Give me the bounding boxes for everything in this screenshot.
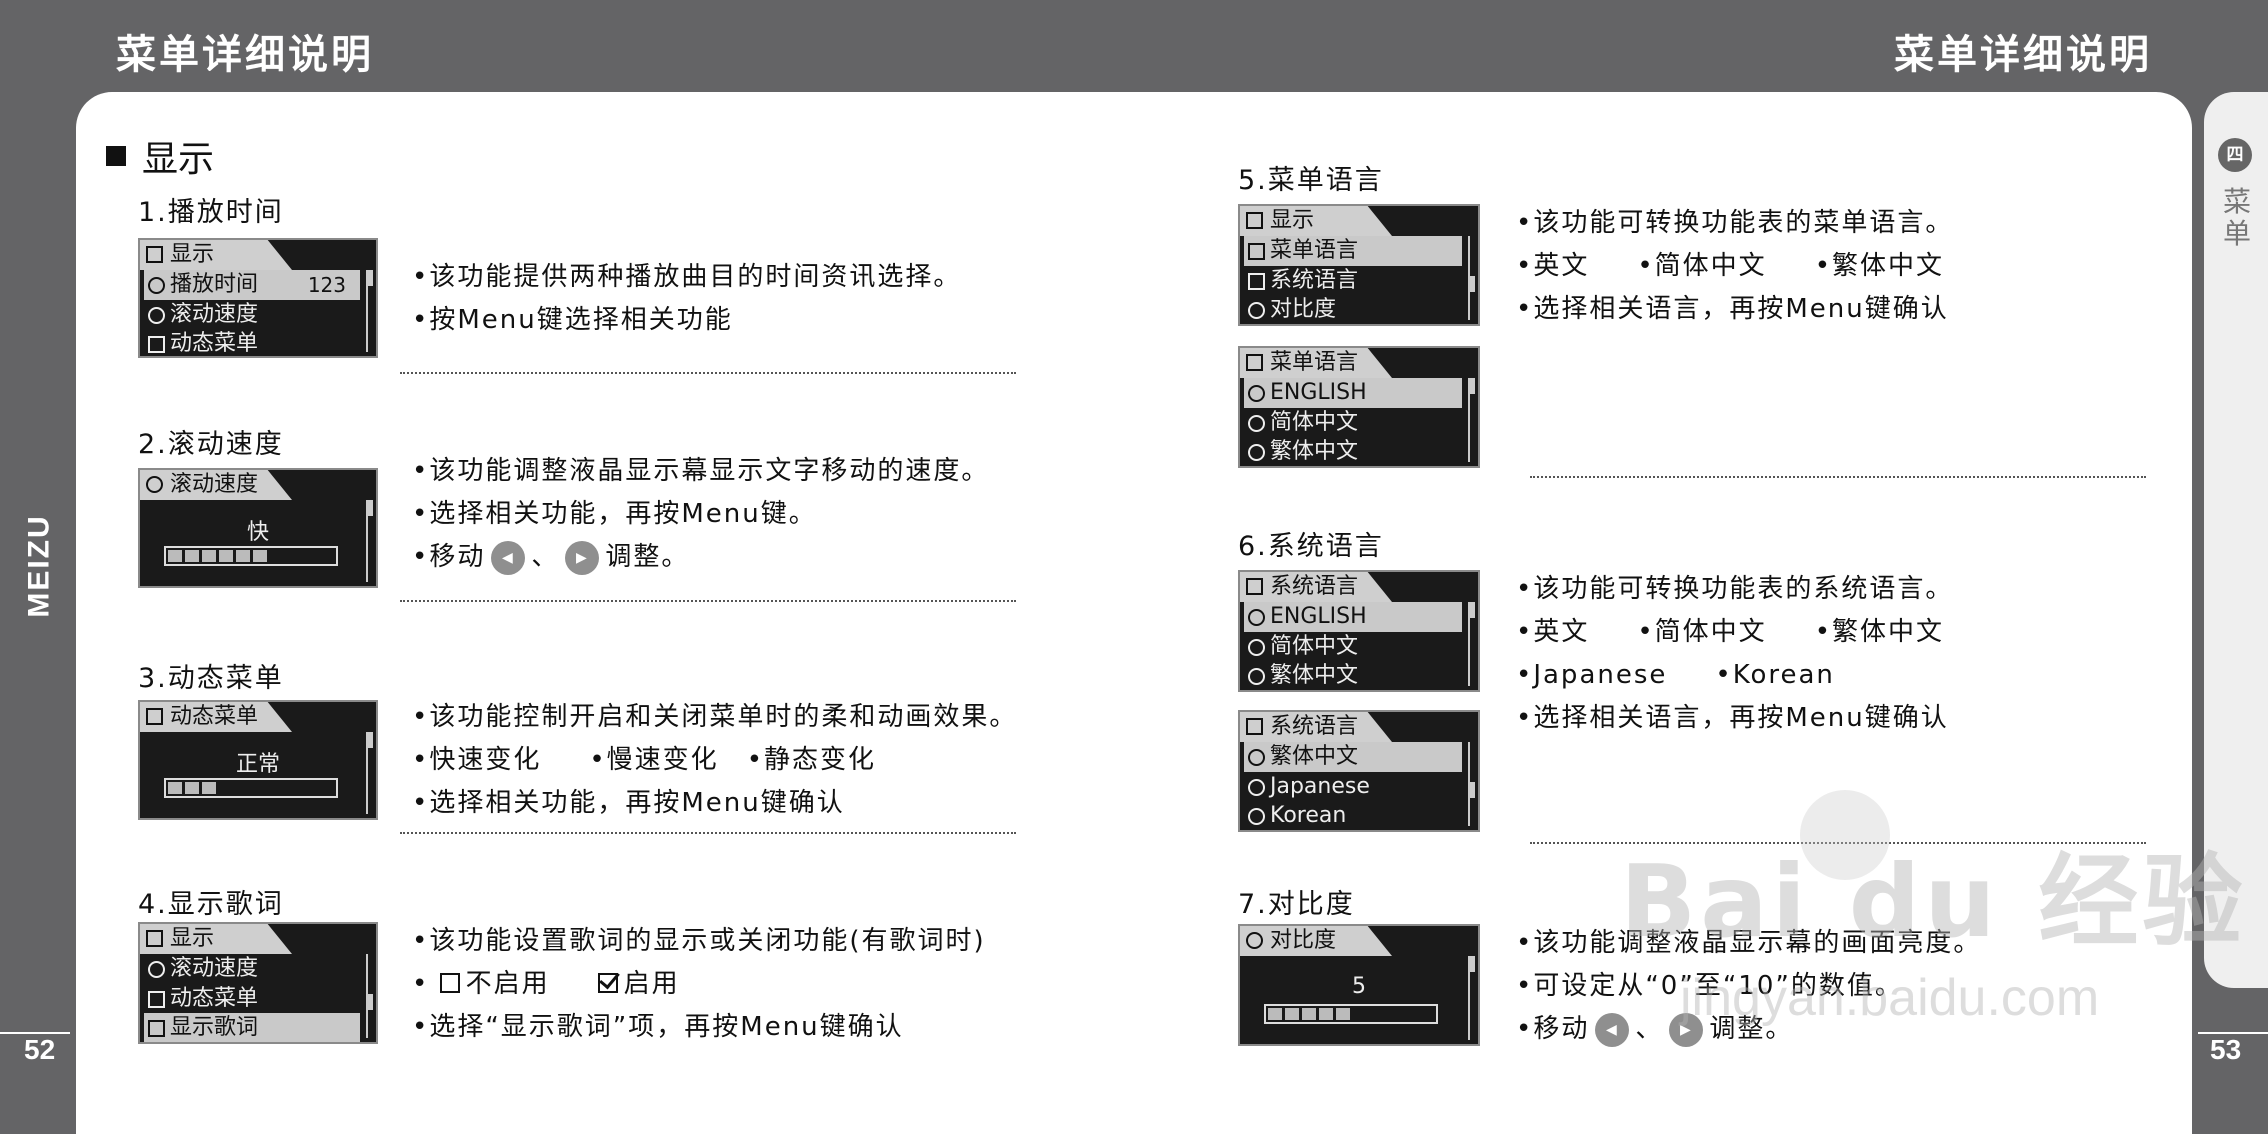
next-track-icon: ▶ [565,540,600,575]
prev-track-icon: ◀ [491,540,526,575]
scroll-speed-icon [148,961,165,978]
brand-logo: MEIZU [23,514,57,618]
scroll-speed-icon [146,476,163,493]
lcd-screen-menu-language-2: 菜单语言 ENGLISH 简体中文 繁体中文 [1238,346,1480,468]
lcd-screen-contrast: 对比度 5 [1238,924,1480,1046]
chapter-label: 菜单 [2222,185,2251,250]
contrast-icon [1248,302,1265,319]
lcd-screen-system-language-1: 系统语言 ENGLISH 简体中文 繁体中文 [1238,570,1480,692]
language-icon [1246,718,1263,735]
section-title: 显示 [106,130,214,182]
bullets-menu-language: •该功能可转换功能表的菜单语言。 •英文 •简体中文 •繁体中文 •选择相关语言，再… [1516,208,1954,324]
scroll-speed-icon [148,307,165,324]
language-icon [1248,243,1265,260]
contrast-icon [1246,932,1263,949]
item-heading-show-lyrics: 4.显示歌词 [138,889,284,920]
radio-icon [1248,779,1265,796]
radio-icon [1248,444,1265,461]
bullets-system-language: •该功能可转换功能表的系统语言。 •英文 •简体中文 •繁体中文 •Japanese… [1516,574,1954,733]
checkbox-on-icon [597,972,618,993]
lcd-screen-scroll-speed: 滚动速度 快 [138,468,378,588]
item-heading-dynamic-menu: 3.动态菜单 [138,663,284,694]
lcd-screen-system-language-2: 系统语言 繁体中文 Japanese Korean [1238,710,1480,832]
scrollbar [366,270,373,352]
menu-icon [148,336,165,353]
item-heading-system-language: 6.系统语言 [1238,531,1384,562]
item-heading-contrast: 7.对比度 [1238,889,1355,920]
language-icon [1248,273,1265,290]
bullets-play-time: •该功能提供两种播放曲目的时间资讯选择。 •按Menu键选择相关功能 [412,262,962,335]
menu-icon [148,991,165,1008]
checkbox-off-icon [439,972,460,993]
chapter-badge: 四 [2218,138,2252,172]
radio-icon [1248,609,1265,626]
display-icon [1246,212,1263,229]
bullets-show-lyrics: •该功能设置歌词的显示或关闭功能(有歌词时) • 不启用 启用 •选择“显示歌词”… [412,926,986,1042]
page-number-right: 53 [2210,1034,2242,1065]
square-bullet-icon [106,146,126,166]
bullets-dynamic-menu: •该功能控制开启和关闭菜单时的柔和动画效果。 •快速变化 •慢速变化 •静态变化 •… [412,702,1018,818]
radio-icon [1248,385,1265,402]
language-icon [1246,578,1263,595]
menu-icon [146,708,163,725]
lcd-screen-play-time: 显示 播放时间 123 滚动速度 动态菜单 [138,238,378,358]
divider [400,372,1016,374]
language-icon [1246,354,1263,371]
radio-icon [1248,808,1265,825]
radio-icon [1248,415,1265,432]
radio-icon [1248,668,1265,685]
divider [1530,476,2146,478]
watermark-url: jingyan.baidu.com [1680,969,2100,1027]
lyrics-icon [148,1020,165,1037]
radio-icon [1248,749,1265,766]
header-right-title: 菜单详细说明 [1894,32,2152,78]
bullets-scroll-speed: •该功能调整液晶显示幕显示文字移动的速度。 •选择相关功能，再按Menu键。 •… [412,450,989,579]
display-icon [146,930,163,947]
display-icon [146,246,163,263]
item-heading-play-time: 1.播放时间 [138,197,284,228]
prev-track-icon: ◀ [1595,1012,1630,1047]
page-number-left: 52 [24,1034,56,1065]
watermark-text: Bai du 经验 [1620,843,2247,960]
lcd-screen-show-lyrics: 显示 滚动速度 动态菜单 显示歌词 [138,922,378,1044]
lcd-screen-menu-language-1: 显示 菜单语言 系统语言 对比度 [1238,204,1480,326]
radio-icon [1248,639,1265,656]
header-left-title: 菜单详细说明 [116,32,374,78]
divider [400,600,1016,602]
item-heading-scroll-speed: 2.滚动速度 [138,429,284,460]
divider [400,832,1016,834]
item-heading-menu-language: 5.菜单语言 [1238,165,1384,196]
lcd-screen-dynamic-menu: 动态菜单 正常 [138,700,378,820]
clock-icon [148,277,165,294]
